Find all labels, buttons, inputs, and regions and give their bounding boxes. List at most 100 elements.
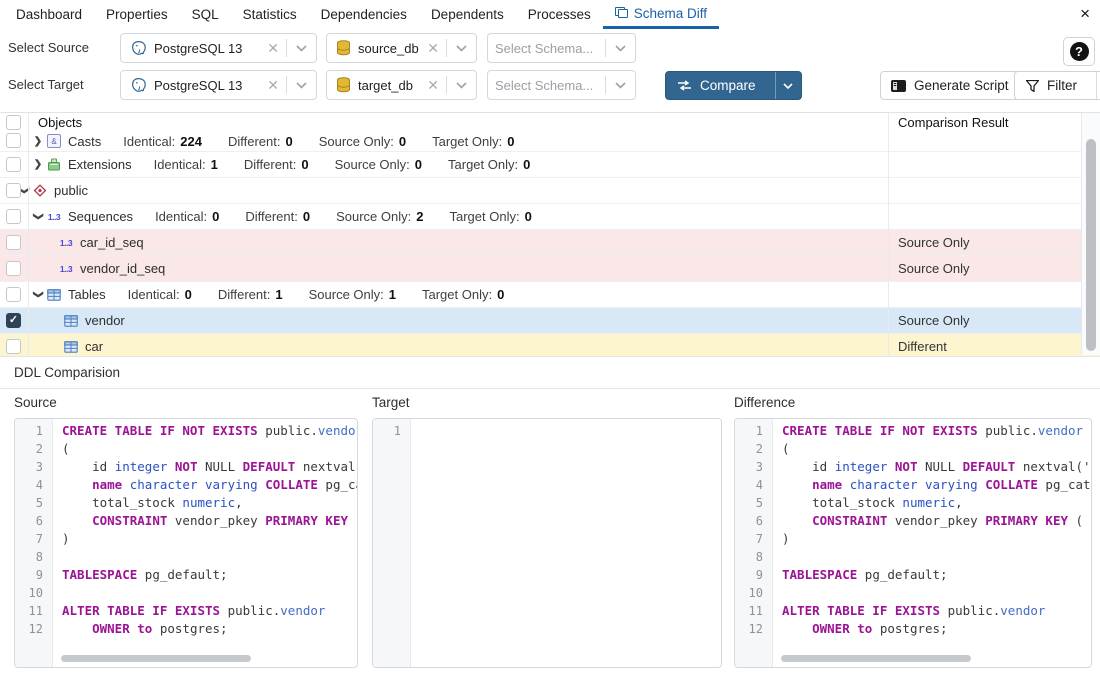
stat-different: Different:0	[244, 157, 309, 172]
row-checkbox-Casts[interactable]	[6, 133, 21, 148]
token	[842, 477, 850, 492]
tree-row-Sequences[interactable]: ❯1..3SequencesIdentical:0Different:0Sour…	[0, 204, 1100, 230]
source-database-select[interactable]: source_db✕	[326, 33, 477, 63]
filter-button[interactable]: Filter	[1014, 71, 1100, 100]
stat-targetonly: Target Only:0	[432, 134, 514, 149]
help-button[interactable]: ?	[1063, 37, 1095, 66]
compare-dropdown-caret[interactable]	[775, 72, 801, 99]
row-checkbox-Extensions[interactable]	[6, 157, 21, 172]
chevron-down-icon[interactable]	[287, 82, 316, 89]
ddl-comparison-section-title: DDL Comparision	[0, 356, 1100, 389]
row-checkbox-car_id_seq[interactable]	[6, 235, 21, 250]
line-number: 9	[735, 566, 772, 584]
compare-button-label: Compare	[700, 78, 756, 93]
row-checkbox-vendor[interactable]: ✓	[6, 313, 21, 328]
line-number: 4	[15, 476, 52, 494]
sequence-icon: 1..3	[58, 236, 74, 250]
row-checkbox-public[interactable]	[6, 183, 21, 198]
grid-scrollbar-thumb[interactable]	[1086, 139, 1096, 351]
clear-icon[interactable]: ✕	[260, 77, 286, 94]
token: vendor_pkey	[887, 513, 985, 528]
row-checkbox-Sequences[interactable]	[6, 209, 21, 224]
tree-label-car_id_seq: car_id_seq	[80, 235, 144, 250]
horizontal-scrollbar-thumb[interactable]	[781, 655, 971, 662]
target-server-select[interactable]: PostgreSQL 13✕	[120, 70, 317, 100]
tab-dependents[interactable]: Dependents	[419, 0, 516, 29]
token: public.	[948, 603, 1001, 618]
compare-button[interactable]: Compare	[665, 71, 802, 100]
row-content: ❯public	[0, 178, 1100, 203]
tree-row-vendor[interactable]: ✓vendorSource Only	[0, 308, 1100, 334]
source-schema-select[interactable]: Select Schema...	[487, 33, 636, 63]
code-text: CONSTRAINT vendor_pkey PRIMARY KEY (	[62, 513, 358, 528]
code-text: TABLESPACE pg_default;	[782, 567, 948, 582]
chevron-down-icon[interactable]: ❯	[33, 287, 44, 303]
chevron-down-icon[interactable]	[447, 82, 476, 89]
token: )	[782, 531, 790, 546]
comparison-grid: Objects Comparison Result ❯&CastsIdentic…	[0, 112, 1100, 356]
row-checkbox-car[interactable]	[6, 339, 21, 354]
toolbar: Select Source Select Target PostgreSQL 1…	[0, 29, 1100, 112]
token: postgres;	[152, 621, 227, 636]
ddl-panel-source[interactable]: 1CREATE TABLE IF NOT EXISTS public.vendo…	[14, 418, 358, 668]
filter-dropdown-caret[interactable]	[1096, 72, 1100, 99]
tree-row-Tables[interactable]: ❯TablesIdentical:0Different:1Source Only…	[0, 282, 1100, 308]
compare-button-main[interactable]: Compare	[666, 72, 767, 99]
tree-row-vendor_id_seq[interactable]: 1..3vendor_id_seqSource Only	[0, 256, 1100, 282]
code-area: 1	[373, 422, 721, 440]
tab-label: Dependencies	[321, 7, 407, 22]
generate-script-button[interactable]: Generate Script	[880, 71, 1020, 100]
grid-vertical-scrollbar[interactable]	[1081, 113, 1100, 355]
chevron-down-icon[interactable]	[447, 45, 476, 52]
tab-sql[interactable]: SQL	[180, 0, 231, 29]
postgresql-icon	[130, 77, 147, 94]
token: nextval('	[1015, 459, 1090, 474]
comparison-result-column-header[interactable]: Comparison Result	[898, 115, 1009, 130]
chevron-down-icon[interactable]	[287, 45, 316, 52]
code-line: 8	[15, 548, 357, 566]
chevron-right-icon[interactable]: ❯	[30, 159, 46, 170]
select-all-checkbox[interactable]	[6, 115, 21, 130]
tab-processes[interactable]: Processes	[516, 0, 603, 29]
chevron-right-icon[interactable]: ❯	[30, 136, 46, 147]
tree-row-car_id_seq[interactable]: 1..3car_id_seqSource Only	[0, 230, 1100, 256]
tab-dashboard[interactable]: Dashboard	[4, 0, 94, 29]
script-icon	[891, 80, 906, 92]
tree-row-Casts[interactable]: ❯&CastsIdentical:224Different:0Source On…	[0, 131, 1100, 152]
stat-different: Different:1	[218, 287, 283, 302]
token: COLLATE	[265, 477, 318, 492]
clear-icon[interactable]: ✕	[420, 40, 446, 57]
token: total_stock	[62, 495, 182, 510]
code-text: name character varying COLLATE pg_cat	[62, 477, 358, 492]
filter-button-main[interactable]: Filter	[1015, 72, 1088, 99]
tab-schema-diff[interactable]: Schema Diff	[603, 0, 719, 29]
code-line: 11ALTER TABLE IF EXISTS public.vendor	[15, 602, 357, 620]
target-schema-select[interactable]: Select Schema...	[487, 70, 636, 100]
horizontal-scrollbar-thumb[interactable]	[61, 655, 251, 662]
row-checkbox-Tables[interactable]	[6, 287, 21, 302]
code-text: CREATE TABLE IF NOT EXISTS public.vendor	[62, 423, 358, 438]
clear-icon[interactable]: ✕	[420, 77, 446, 94]
close-icon[interactable]: ×	[1080, 4, 1090, 24]
chevron-down-icon[interactable]	[606, 82, 635, 89]
chevron-down-icon[interactable]	[606, 45, 635, 52]
tree-row-public[interactable]: ❯public	[0, 178, 1100, 204]
target-database-select[interactable]: target_db✕	[326, 70, 477, 100]
source-server-select[interactable]: PostgreSQL 13✕	[120, 33, 317, 63]
code-line: 9TABLESPACE pg_default;	[15, 566, 357, 584]
tree-label-public: public	[54, 183, 88, 198]
clear-icon[interactable]: ✕	[260, 40, 286, 57]
row-stats: Identical:0Different:0Source Only:2Targe…	[155, 209, 532, 224]
tab-properties[interactable]: Properties	[94, 0, 180, 29]
objects-column-header[interactable]: Objects	[38, 115, 82, 130]
sequence-icon: 1..3	[46, 210, 62, 224]
row-checkbox-vendor_id_seq[interactable]	[6, 261, 21, 276]
tab-statistics[interactable]: Statistics	[231, 0, 309, 29]
tree-row-Extensions[interactable]: ❯ExtensionsIdentical:1Different:0Source …	[0, 152, 1100, 178]
ddl-panel-difference[interactable]: 1CREATE TABLE IF NOT EXISTS public.vendo…	[734, 418, 1092, 668]
chevron-down-icon[interactable]: ❯	[33, 209, 44, 225]
database-icon	[336, 77, 351, 93]
tab-dependencies[interactable]: Dependencies	[309, 0, 419, 29]
ddl-panel-target[interactable]: 1	[372, 418, 722, 668]
token: PRIMARY KEY	[985, 513, 1068, 528]
